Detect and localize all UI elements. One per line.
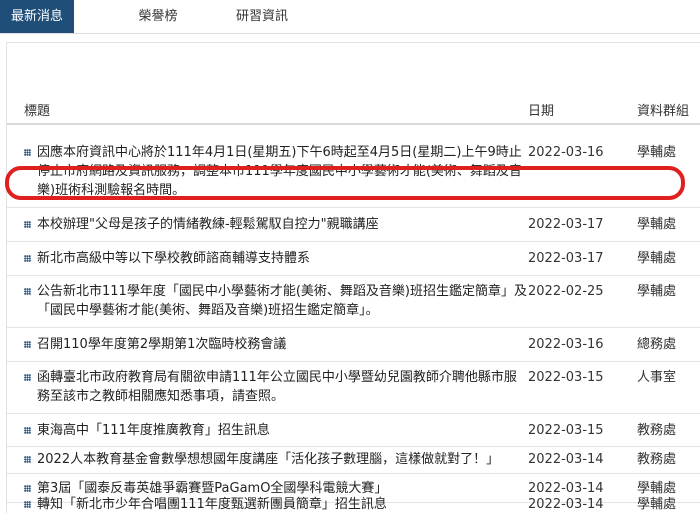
- row-date: 2022-03-14: [528, 452, 604, 467]
- row-title[interactable]: 函轉臺北市政府教育局有關欲申請111年公立國民中小學暨幼兒園教師介聘他縣市服務至…: [37, 368, 527, 406]
- row-date: 2022-03-17: [528, 217, 604, 232]
- row-date: 2022-02-25: [528, 284, 604, 299]
- bullet-icon: [24, 288, 31, 295]
- row-title[interactable]: 本校辦理"父母是孩子的情緒教練-輕鬆駕馭自控力"親職講座: [37, 215, 527, 234]
- bullet-icon: [24, 374, 31, 381]
- row-date: 2022-03-17: [528, 251, 604, 266]
- table-row[interactable]: 函轉臺北市政府教育局有關欲申請111年公立國民中小學暨幼兒園教師介聘他縣市服務至…: [7, 361, 700, 414]
- table-row[interactable]: 東海高中「111年度推廣教育」招生訊息 2022-03-15 教務處: [7, 413, 700, 447]
- bullet-icon: [24, 456, 31, 463]
- row-title[interactable]: 因應本府資訊中心將於111年4月1日(星期五)下午6時起至4月5日(星期二)上午…: [37, 143, 527, 200]
- table-row[interactable]: 新北市高級中等以下學校教師諮商輔導支持體系 2022-03-17 學輔處: [7, 241, 700, 276]
- row-title[interactable]: 新北市高級中等以下學校教師諮商輔導支持體系: [37, 249, 527, 268]
- row-title[interactable]: 召開110學年度第2學期第1次臨時校務會議: [37, 335, 527, 354]
- news-panel: 標題 日期 資料群組 因應本府資訊中心將於111年4月1日(星期五)下午6時起至…: [6, 42, 700, 513]
- tab-bar: 最新消息 榮譽榜 研習資訊: [0, 0, 700, 34]
- table-row[interactable]: 公告新北市111學年度「國民中小學藝術才能(美術、舞蹈及音樂)班招生鑑定簡章」及…: [7, 275, 700, 328]
- bullet-icon: [24, 149, 31, 156]
- bullet-icon: [24, 485, 31, 492]
- table-row[interactable]: 本校辦理"父母是孩子的情緒教練-輕鬆駕馭自控力"親職講座 2022-03-17 …: [7, 207, 700, 242]
- row-group: 教務處: [637, 452, 677, 467]
- row-group: 學輔處: [637, 251, 677, 266]
- tab-latest-news[interactable]: 最新消息: [0, 0, 74, 33]
- row-group: 學輔處: [637, 217, 677, 232]
- row-date: 2022-03-14: [528, 497, 604, 512]
- row-date: 2022-03-16: [528, 145, 604, 160]
- table-row[interactable]: 召開110學年度第2學期第1次臨時校務會議 2022-03-16 總務處: [7, 327, 700, 362]
- bullet-icon: [24, 427, 31, 434]
- row-group: 學輔處: [637, 145, 677, 160]
- row-group: 人事室: [637, 370, 677, 385]
- row-title[interactable]: 轉知「新北市少年合唱團111年度甄選新團員簡章」招生訊息: [37, 495, 527, 514]
- table-header: 標題 日期 資料群組: [7, 67, 700, 125]
- bullet-icon: [24, 501, 31, 508]
- row-group: 總務處: [637, 337, 677, 352]
- table-row[interactable]: 2022人本教育基金會數學想想國年度講座「活化孩子數理腦，這樣做就對了！」 20…: [7, 446, 700, 474]
- tab-study-info[interactable]: 研習資訊: [225, 0, 299, 33]
- bullet-icon: [24, 341, 31, 348]
- row-title[interactable]: 公告新北市111學年度「國民中小學藝術才能(美術、舞蹈及音樂)班招生鑑定簡章」及…: [37, 282, 527, 320]
- table-row[interactable]: 轉知「新北市少年合唱團111年度甄選新團員簡章」招生訊息 2022-03-14 …: [7, 497, 700, 512]
- row-group: 學輔處: [637, 497, 677, 512]
- row-title[interactable]: 東海高中「111年度推廣教育」招生訊息: [37, 421, 527, 440]
- header-title: 標題: [24, 104, 51, 119]
- header-date: 日期: [528, 104, 555, 119]
- row-date: 2022-03-15: [528, 423, 604, 438]
- row-date: 2022-03-15: [528, 370, 604, 385]
- bullet-icon: [24, 221, 31, 228]
- header-group: 資料群組: [637, 104, 690, 119]
- row-group: 學輔處: [637, 284, 677, 299]
- tab-honor-roll[interactable]: 榮譽榜: [121, 0, 195, 33]
- bullet-icon: [24, 255, 31, 262]
- row-group: 教務處: [637, 423, 677, 438]
- row-date: 2022-03-16: [528, 337, 604, 352]
- row-title[interactable]: 2022人本教育基金會數學想想國年度講座「活化孩子數理腦，這樣做就對了！」: [37, 450, 527, 469]
- table-row[interactable]: 因應本府資訊中心將於111年4月1日(星期五)下午6時起至4月5日(星期二)上午…: [7, 125, 700, 208]
